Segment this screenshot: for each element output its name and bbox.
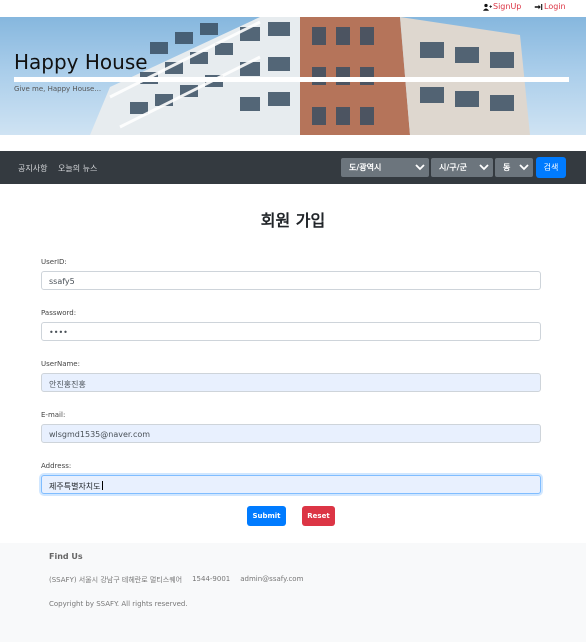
sign-in-icon	[534, 3, 543, 10]
footer-contact: (SSAFY) 서울시 강남구 테헤란로 멀티스퀘어 1544-9001 adm…	[49, 575, 303, 585]
signup-link[interactable]: SignUp	[483, 2, 521, 11]
top-bar: SignUp Login	[0, 0, 586, 17]
title-underline	[14, 77, 569, 82]
spacer	[0, 135, 586, 151]
search-button[interactable]: 검색	[536, 157, 566, 178]
footer-org: (SSAFY) 서울시 강남구 테헤란로 멀티스퀘어	[49, 576, 183, 584]
address-label: Address:	[41, 462, 72, 470]
nav-link-news[interactable]: 오늘의 뉴스	[58, 163, 97, 174]
footer: Find Us (SSAFY) 서울시 강남구 테헤란로 멀티스퀘어 1544-…	[0, 543, 586, 642]
email-input[interactable]: wlsgmd1535@naver.com	[41, 424, 541, 443]
gugun-select-label: 시/구/군	[439, 163, 467, 172]
hero-banner: Happy House Give me, Happy House...	[0, 17, 586, 135]
chevron-down-icon	[479, 164, 489, 171]
address-input[interactable]: 제주특별자치도	[41, 475, 541, 494]
chevron-down-icon	[519, 164, 529, 171]
chevron-down-icon	[415, 164, 425, 171]
username-label: UserName:	[41, 360, 80, 368]
userid-input[interactable]: ssafy5	[41, 271, 541, 290]
password-input[interactable]: ••••	[41, 322, 541, 341]
login-link[interactable]: Login	[534, 2, 566, 11]
page-title: 회원 가입	[260, 211, 326, 230]
sido-select-label: 도/광역시	[349, 163, 382, 172]
reset-button[interactable]: Reset	[302, 506, 335, 526]
userid-label: UserID:	[41, 258, 67, 266]
footer-copyright: Copyright by SSAFY. All rights reserved.	[49, 600, 188, 608]
main-navbar: 공지사항 오늘의 뉴스 도/광역시 시/구/군 동	[0, 151, 586, 184]
nav-link-notice[interactable]: 공지사항	[18, 163, 47, 174]
gugun-select[interactable]: 시/구/군	[431, 158, 493, 177]
login-label: Login	[544, 2, 566, 11]
user-plus-icon	[483, 3, 492, 11]
username-input[interactable]: 안진홍진홍	[41, 373, 541, 392]
footer-phone: 1544-9001	[192, 575, 231, 583]
site-subtitle: Give me, Happy House...	[14, 85, 102, 93]
email-label: E-mail:	[41, 411, 66, 419]
text-cursor	[101, 481, 103, 490]
site-title: Happy House	[14, 50, 148, 74]
address-value: 제주특별자치도	[49, 482, 101, 491]
footer-email: admin@ssafy.com	[240, 575, 304, 583]
dong-select[interactable]: 동	[495, 158, 533, 177]
submit-button[interactable]: Submit	[247, 506, 286, 526]
password-label: Password:	[41, 309, 77, 317]
footer-heading: Find Us	[49, 552, 83, 561]
building-background-image	[90, 17, 530, 135]
sido-select[interactable]: 도/광역시	[341, 158, 429, 177]
signup-label: SignUp	[493, 2, 522, 11]
dong-select-label: 동	[503, 163, 511, 172]
